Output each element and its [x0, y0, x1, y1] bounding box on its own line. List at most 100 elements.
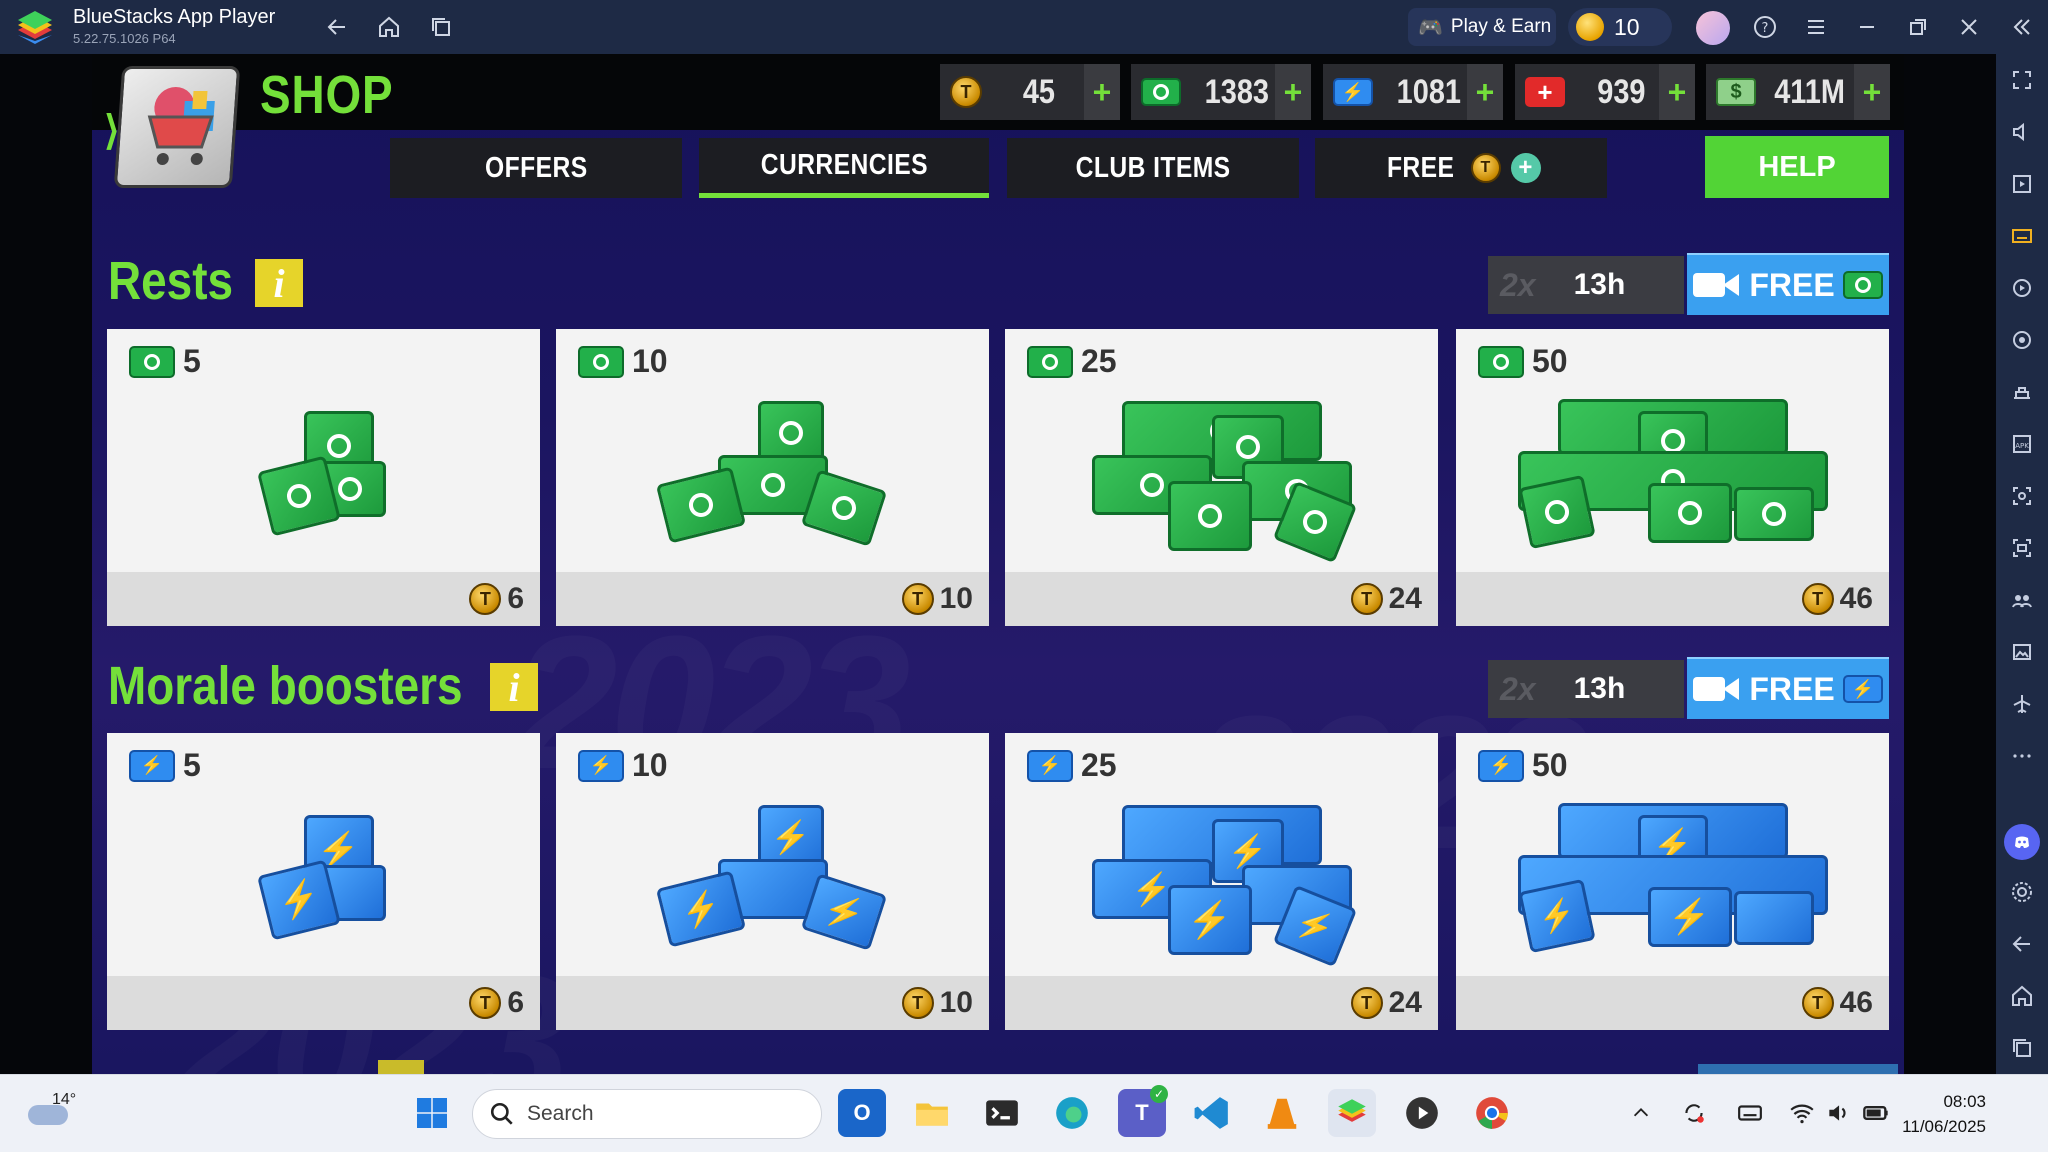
boosters-pack-5[interactable]: ⚡ 5 ⚡ ⚡ T6: [107, 733, 540, 1030]
vlc-icon[interactable]: [1258, 1089, 1306, 1137]
currency-cash[interactable]: $ 411M +: [1706, 64, 1890, 120]
discord-icon[interactable]: [2004, 824, 2040, 860]
taskbar-search[interactable]: Search: [472, 1089, 822, 1139]
settings-gear-icon[interactable]: [2006, 876, 2038, 908]
performance-icon[interactable]: [2006, 376, 2038, 408]
coins-balance[interactable]: 10: [1568, 8, 1672, 46]
free-boosters-button[interactable]: FREE ⚡: [1687, 657, 1889, 719]
play-earn-button[interactable]: 🎮 Play & Earn: [1408, 8, 1556, 46]
timer-value: 13h: [1573, 268, 1626, 301]
booster-icon: ⚡: [1842, 675, 1883, 703]
token-icon: T: [1470, 153, 1501, 183]
recent-apps-icon[interactable]: [2006, 1032, 2038, 1064]
rest-notes-illustration: [254, 391, 394, 541]
currency-boosters[interactable]: ⚡ 1081 +: [1323, 64, 1503, 120]
teams-icon[interactable]: T ✓: [1118, 1085, 1168, 1137]
rest-icon: [129, 345, 175, 378]
cash-icon: $: [1716, 78, 1756, 106]
currency-rests[interactable]: 1383 +: [1131, 64, 1311, 120]
sync-icon[interactable]: [2006, 324, 2038, 356]
restore-icon[interactable]: [1901, 10, 1935, 44]
home-icon[interactable]: [372, 10, 406, 44]
vscode-icon[interactable]: [1188, 1089, 1236, 1137]
pack-price: T 10: [901, 582, 973, 616]
media-player-icon[interactable]: [1398, 1089, 1446, 1137]
media-folder-icon[interactable]: [2006, 636, 2038, 668]
pack-quantity: ⚡ 50: [1478, 747, 1568, 784]
more-options-icon[interactable]: [2006, 740, 2038, 772]
tab-club-items[interactable]: CLUB ITEMS: [1007, 138, 1299, 198]
edge-icon[interactable]: [1048, 1089, 1096, 1137]
rests-pack-50[interactable]: 50 T 46: [1456, 329, 1889, 626]
rests-pack-10[interactable]: 10 T 10: [556, 329, 989, 626]
info-icon[interactable]: i: [490, 663, 538, 711]
keyboard-controls-icon[interactable]: [2006, 220, 2038, 252]
home-icon[interactable]: [2006, 980, 2038, 1012]
multi-instance-icon[interactable]: [2006, 584, 2038, 616]
info-icon[interactable]: i: [255, 259, 303, 307]
boosters-pack-25[interactable]: ⚡ 25 ⚡ ⚡ ⚡ ⚡ T 24: [1005, 733, 1438, 1030]
pack-quantity: ⚡ 25: [1027, 747, 1117, 784]
wifi-icon[interactable]: [1782, 1089, 1822, 1137]
bluestacks-taskbar-icon[interactable]: [1328, 1089, 1376, 1137]
tab-currencies[interactable]: CURRENCIES: [699, 138, 989, 198]
close-icon[interactable]: [1952, 10, 1986, 44]
speaker-icon[interactable]: [1818, 1089, 1858, 1137]
booster-icon: ⚡: [1333, 78, 1373, 106]
pack-quantity: ⚡ 10: [578, 747, 668, 784]
rests-pack-5[interactable]: 5 T6: [107, 329, 540, 626]
tab-offers[interactable]: OFFERS: [390, 138, 682, 198]
currency-tokens[interactable]: T 45 +: [940, 64, 1120, 120]
shop-cart-icon: [113, 66, 241, 188]
recent-apps-icon[interactable]: [424, 10, 458, 44]
record-icon[interactable]: [2006, 532, 2038, 564]
search-placeholder: Search: [527, 1102, 594, 1125]
windows-start-icon[interactable]: [408, 1089, 456, 1137]
system-clock[interactable]: 08:03 11/06/2025: [1902, 1089, 1986, 1139]
sync-status-icon[interactable]: [1674, 1089, 1714, 1137]
quantity-value: 5: [183, 343, 201, 379]
avatar[interactable]: [1696, 11, 1730, 45]
currency-medical[interactable]: + 939 +: [1515, 64, 1695, 120]
add-boosters-button[interactable]: +: [1467, 64, 1503, 120]
free-rests-button[interactable]: FREE: [1687, 253, 1889, 315]
boosters-pack-10[interactable]: ⚡ 10 ⚡ ⚡ ⚡ T 10: [556, 733, 989, 1030]
tab-free[interactable]: FREE T +: [1315, 138, 1607, 198]
terminal-icon[interactable]: [978, 1089, 1026, 1137]
token-icon: T: [1350, 987, 1383, 1019]
file-explorer-icon[interactable]: [908, 1089, 956, 1137]
battery-icon[interactable]: [1856, 1089, 1896, 1137]
title-bar: BlueStacks App Player 5.22.75.1026 P64 🎮…: [0, 0, 2048, 54]
keyboard-icon[interactable]: [1730, 1089, 1770, 1137]
fullscreen-icon[interactable]: [2006, 64, 2038, 96]
token-icon: T: [901, 583, 934, 615]
rests-pack-25[interactable]: 25 T 24: [1005, 329, 1438, 626]
menu-icon[interactable]: [1799, 10, 1833, 44]
outlook-icon[interactable]: O: [838, 1089, 886, 1137]
chevron-right-icon[interactable]: ⟩: [104, 108, 120, 154]
back-icon[interactable]: [320, 10, 354, 44]
add-medical-button[interactable]: +: [1659, 64, 1695, 120]
volume-icon[interactable]: [2006, 116, 2038, 148]
add-cash-button[interactable]: +: [1854, 64, 1890, 120]
medical-value: 939: [1597, 72, 1646, 111]
boosters-pack-50[interactable]: ⚡ 50 ⚡ ⚡ ⚡ T 46: [1456, 733, 1889, 1030]
screen-cast-icon[interactable]: [2006, 168, 2038, 200]
price-value: 10: [939, 986, 973, 1019]
chrome-icon[interactable]: [1468, 1089, 1516, 1137]
collapse-sidebar-icon[interactable]: [2004, 10, 2038, 44]
back-icon[interactable]: [2006, 928, 2038, 960]
rests-value: 1383: [1204, 72, 1269, 111]
add-tokens-button[interactable]: +: [1084, 64, 1120, 120]
screenshot-icon[interactable]: [2006, 480, 2038, 512]
chevron-up-icon[interactable]: [1626, 1089, 1656, 1137]
pack-quantity: 50: [1478, 343, 1568, 380]
help-circle-icon[interactable]: ?: [1748, 10, 1782, 44]
airplane-mode-icon[interactable]: [2006, 688, 2038, 720]
apk-install-icon[interactable]: APK: [2006, 428, 2038, 460]
help-button[interactable]: HELP: [1705, 136, 1889, 198]
minimize-icon[interactable]: [1850, 10, 1884, 44]
macro-icon[interactable]: [2006, 272, 2038, 304]
quantity-value: 10: [632, 343, 668, 379]
add-rests-button[interactable]: +: [1275, 64, 1311, 120]
